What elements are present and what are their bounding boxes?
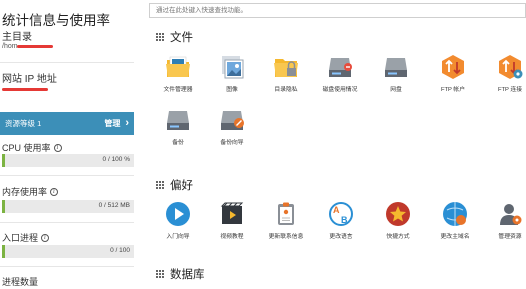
sidebar-divider [0,62,134,63]
tile-backup[interactable]: 备份 [152,107,204,146]
manage-link[interactable]: 管理 › [104,118,129,129]
sidebar-divider [0,222,134,223]
shortcuts-icon [386,202,410,226]
home-dir-redaction [17,45,53,48]
web-disk-icon [385,58,407,77]
info-icon[interactable]: i [41,233,50,242]
entry-processes-bar: 0 / 100 [2,245,134,258]
section-files-header[interactable]: 文件 [156,29,193,45]
drag-handle-icon[interactable] [156,181,164,189]
images-icon [222,56,244,79]
tile-getting-started[interactable]: 入门向导 [152,201,204,240]
cpu-usage-bar: 0 / 100 % [2,154,134,167]
backup-wizard-icon [221,111,244,130]
section-preferences-title: 偏好 [170,180,193,192]
resource-plan-bar[interactable]: 资源等级 1 管理 › [0,112,134,135]
manage-label: 管理 [104,119,121,128]
tile-file-manager[interactable]: 文件管理器 [152,54,204,93]
cpu-usage-value: 0 / 100 % [102,156,130,163]
tile-user-manager[interactable]: 管理资源 [484,201,526,240]
tile-update-contact-info[interactable]: 更新联系信息 [260,201,312,240]
video-tutorials-icon [220,202,244,224]
site-ip-redaction [2,88,48,91]
section-databases-title: 数据库 [170,269,205,281]
tile-directory-privacy[interactable]: 目录隐私 [260,54,312,93]
tile-web-disk[interactable]: 网盘 [370,54,422,93]
stats-sidebar: 统计信息与使用率 主目录 /hom 网站 IP 地址 资源等级 1 管理 › C… [0,0,137,289]
cpu-usage-label: CPU 使用率 i [2,141,62,154]
change-language-icon: AB [329,202,353,226]
tile-video-tutorials[interactable]: 视频教程 [206,201,258,240]
sidebar-divider [0,266,134,267]
tile-ftp-connections[interactable]: FTP 连接 [484,54,526,93]
cpanel-page: 统计信息与使用率 主目录 /hom 网站 IP 地址 资源等级 1 管理 › C… [0,0,526,289]
entry-processes-value: 0 / 100 [110,247,130,254]
info-icon[interactable]: i [53,143,62,152]
memory-usage-label: 内存使用率 i [2,185,59,198]
ftp-accounts-icon [442,55,464,79]
section-files-title: 文件 [170,32,193,44]
home-dir-label: 主目录 [2,32,32,43]
section-preferences-header[interactable]: 偏好 [156,177,193,193]
file-manager-icon [166,56,190,77]
tile-change-language[interactable]: AB 更改语言 [315,201,367,240]
stats-title: 统计信息与使用率 [2,13,110,28]
tile-change-main-domain[interactable]: 更改主域名 [429,201,481,240]
user-manager-icon [500,204,522,225]
ftp-connections-icon [499,55,523,79]
tile-images[interactable]: 图像 [206,54,258,93]
entry-processes-label: 入口进程 i [2,231,50,244]
drag-handle-icon[interactable] [156,270,164,278]
tile-shortcuts[interactable]: 快捷方式 [372,201,424,240]
section-databases-header[interactable]: 数据库 [156,266,205,282]
site-ip-label: 网站 IP 地址 [2,74,57,85]
tile-ftp-accounts[interactable]: FTP 帐户 [427,54,479,93]
process-count-label: 进程数量 [2,277,39,287]
svg-text:B: B [341,215,348,225]
directory-privacy-icon [274,59,298,77]
change-main-domain-icon [443,202,467,226]
svg-text:A: A [333,205,340,215]
memory-usage-value: 0 / 512 MB [98,202,130,209]
backup-icon [167,111,189,130]
contact-info-icon [278,202,294,225]
info-icon[interactable]: i [50,187,59,196]
plan-name: 资源等级 1 [5,119,42,128]
home-dir-value: /hom [2,43,18,50]
tile-backup-wizard[interactable]: 备份向导 [206,107,258,146]
memory-usage-bar: 0 / 512 MB [2,200,134,213]
tile-disk-usage[interactable]: 磁盘使用情况 [314,54,366,93]
quick-search-input[interactable] [149,3,526,18]
getting-started-icon [166,202,190,226]
drag-handle-icon[interactable] [156,33,164,41]
sidebar-divider [0,175,134,176]
chevron-right-icon: › [125,117,129,129]
disk-usage-icon [329,58,352,77]
